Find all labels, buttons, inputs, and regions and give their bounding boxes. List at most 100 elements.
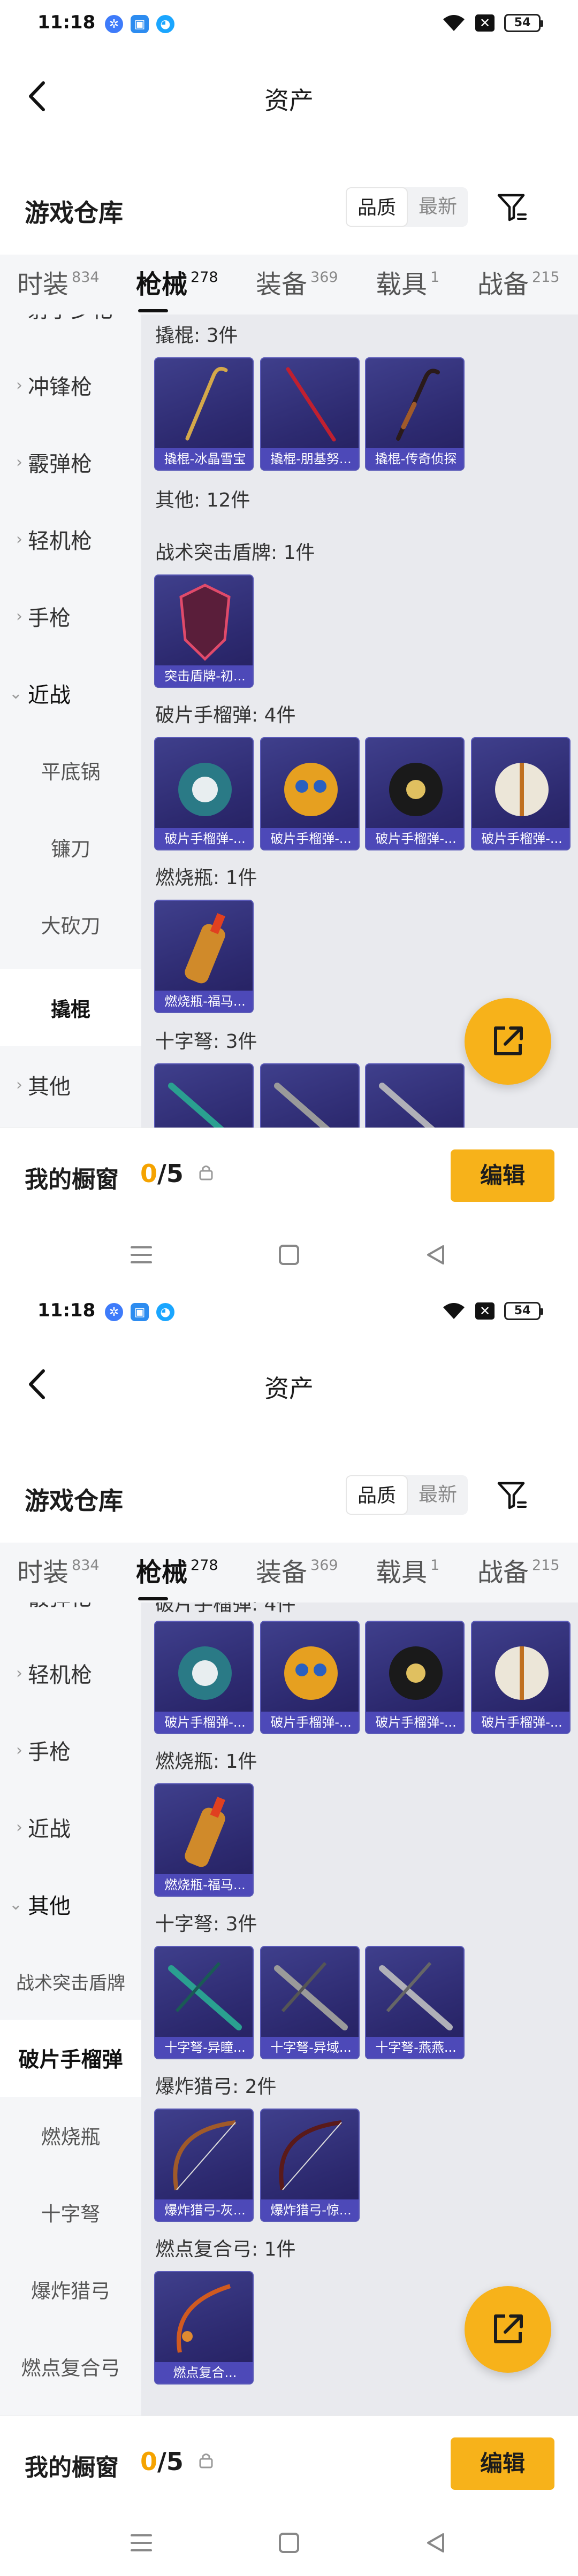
molotov-art [185, 913, 225, 984]
share-icon [494, 2314, 523, 2343]
item-card[interactable]: 燃烧瓶-福马... [154, 900, 254, 1013]
share-button[interactable] [465, 2286, 551, 2373]
sidebar-item-melee[interactable]: ⌄ 近战 [0, 661, 141, 725]
back-triangle-icon [427, 2533, 444, 2552]
item-caption: 破片手榴弹-... [472, 1712, 569, 1733]
sort-quality-button[interactable]: 品质 [346, 187, 408, 227]
tab-label: 装备 [256, 1558, 308, 1588]
menu-nav-button[interactable] [126, 2528, 156, 2558]
item-card[interactable]: 爆炸猎弓-灰... [154, 2109, 254, 2222]
menu-icon [131, 2534, 152, 2551]
sidebar-item-other[interactable]: › 其他 [0, 1053, 141, 1117]
tab-vehicles[interactable]: 载具 1 [376, 1551, 439, 1594]
tab-fashion[interactable]: 时装 834 [17, 1551, 100, 1594]
sidebar-item-explosive-bow[interactable]: 爆炸猎弓 [0, 2257, 141, 2321]
item-card[interactable] [154, 1063, 254, 1128]
sidebar-item-pistol[interactable]: › 手枪 [0, 584, 141, 648]
shield-art [179, 584, 231, 661]
sidebar-item-lmg[interactable]: › 轻机枪 [0, 507, 141, 571]
item-card[interactable]: 破片手榴弹-... [260, 1621, 360, 1734]
chevron-right-icon: › [16, 1663, 22, 1683]
item-caption: 破片手榴弹-... [155, 828, 253, 849]
sidebar-item-frag-grenade[interactable]: 破片手榴弹 [0, 2020, 141, 2097]
item-card[interactable]: 撬棍-冰晶雪宝 [154, 357, 254, 471]
item-card[interactable]: 突击盾牌-初... [154, 574, 254, 688]
sidebar-item-tactical-shield[interactable]: 战术突击盾牌 [0, 1949, 141, 2013]
sidebar-item-crossbow[interactable]: 十字弩 [0, 2180, 141, 2244]
item-card[interactable]: 燃烧瓶-福马... [154, 1783, 254, 1897]
tab-fashion[interactable]: 时装 834 [17, 263, 100, 306]
tab-guns[interactable]: 枪械 278 [136, 1551, 218, 1594]
share-icon [494, 1026, 523, 1055]
tab-equipment[interactable]: 装备 369 [256, 263, 338, 306]
sidebar-item-smg[interactable]: › 冲锋枪 [0, 353, 141, 417]
warehouse-title: 游戏仓库 [25, 198, 123, 227]
tab-supplies[interactable]: 战备 215 [477, 263, 560, 306]
battery-icon: 54 [504, 1302, 543, 1320]
sidebar-item-marksman-rifle[interactable]: ›射手步枪 [0, 315, 141, 340]
app-a-icon: ✲ [105, 1303, 123, 1321]
item-card[interactable]: 十字弩-异瞳... [154, 1946, 254, 2059]
tab-guns[interactable]: 枪械 278 [136, 263, 218, 306]
item-caption: 十字弩-异域... [261, 2037, 359, 2058]
back-nav-button[interactable] [421, 2528, 451, 2558]
sidebar-item-pistol[interactable]: › 手枪 [0, 1718, 141, 1782]
item-caption: 爆炸猎弓-灰... [155, 2199, 253, 2221]
item-card[interactable]: 撬棍-传奇侦探 [365, 357, 465, 471]
home-nav-button[interactable] [274, 2528, 304, 2558]
sidebar-item-shotgun[interactable]: ›霰弹枪 [0, 1603, 141, 1628]
share-button[interactable] [465, 998, 551, 1085]
item-card[interactable]: 破片手榴弹-... [365, 737, 465, 850]
sort-latest-button[interactable]: 最新 [408, 1475, 468, 1515]
sidebar-item-crowbar[interactable]: 撬棍 [0, 969, 141, 1046]
item-card[interactable]: 十字弩-异域... [260, 1946, 360, 2059]
item-card[interactable]: 破片手榴弹-... [471, 1621, 571, 1734]
category-sidebar: ›霰弹枪 ›轻机枪 ›手枪 ›近战 ⌄其他 战术突击盾牌 破片手榴弹 燃烧瓶 十… [0, 1603, 141, 2416]
tab-equipment[interactable]: 装备 369 [256, 1551, 338, 1594]
item-card[interactable]: 破片手榴弹-... [154, 737, 254, 850]
crowbar-art [185, 366, 228, 441]
lock-icon [199, 1166, 213, 1180]
status-time: 11:18 [37, 1300, 96, 1321]
tab-supplies[interactable]: 战备 215 [477, 1551, 560, 1594]
item-card[interactable]: 破片手榴弹-... [471, 737, 571, 850]
sidebar-item-machete[interactable]: 大砍刀 [0, 892, 141, 956]
edit-button[interactable]: 编辑 [451, 1149, 554, 1202]
grenade-art [495, 763, 549, 816]
sidebar-item-melee[interactable]: › 近战 [0, 1795, 141, 1859]
item-card[interactable]: 爆炸猎弓-惊... [260, 2109, 360, 2222]
item-card[interactable] [365, 1063, 465, 1128]
sidebar-item-compound-bow[interactable]: 燃点复合弓 [0, 2334, 141, 2398]
item-caption: 十字弩-异瞳... [155, 2037, 253, 2058]
filter-icon [497, 1482, 527, 1509]
item-card[interactable]: 破片手榴弹-... [260, 737, 360, 850]
sidebar-item-sickle[interactable]: 镰刀 [0, 815, 141, 879]
sidebar-item-other[interactable]: ⌄ 其他 [0, 1872, 141, 1936]
item-card[interactable]: 破片手榴弹-... [365, 1621, 465, 1734]
item-card[interactable]: 撬棍-朋基努... [260, 357, 360, 471]
sort-latest-button[interactable]: 最新 [408, 187, 468, 227]
edit-button[interactable]: 编辑 [451, 2437, 554, 2490]
crossbow-art [168, 1083, 224, 1128]
chevron-right-icon: › [16, 530, 22, 549]
tab-vehicles[interactable]: 载具 1 [376, 263, 439, 306]
app-b-icon: ▣ [131, 1303, 149, 1321]
item-card[interactable] [260, 1063, 360, 1128]
sidebar-item-lmg[interactable]: › 轻机枪 [0, 1641, 141, 1705]
menu-nav-button[interactable] [126, 1240, 156, 1270]
sidebar-item-shotgun[interactable]: ›霰弹枪 [0, 430, 141, 494]
section-title: 燃点复合弓: 1件 [155, 2238, 296, 2260]
sort-quality-button[interactable]: 品质 [346, 1475, 408, 1515]
sidebar-item-label: 手枪 [28, 606, 71, 631]
item-card[interactable]: 破片手榴弹-... [154, 1621, 254, 1734]
item-card[interactable]: 燃点复合... [154, 2271, 254, 2385]
filter-button[interactable] [491, 1475, 532, 1515]
sidebar-item-frying-pan[interactable]: 平底锅 [0, 738, 141, 802]
item-card[interactable]: 十字弩-燕燕... [365, 1946, 465, 2059]
sidebar-item-molotov[interactable]: 燃烧瓶 [0, 2103, 141, 2167]
home-nav-button[interactable] [274, 1240, 304, 1270]
chevron-right-icon: › [16, 607, 22, 626]
back-nav-button[interactable] [421, 1240, 451, 1270]
filter-button[interactable] [491, 187, 532, 227]
category-tabs: 时装 834 枪械 278 装备 369 载具 1 战备 215 [0, 1543, 578, 1603]
